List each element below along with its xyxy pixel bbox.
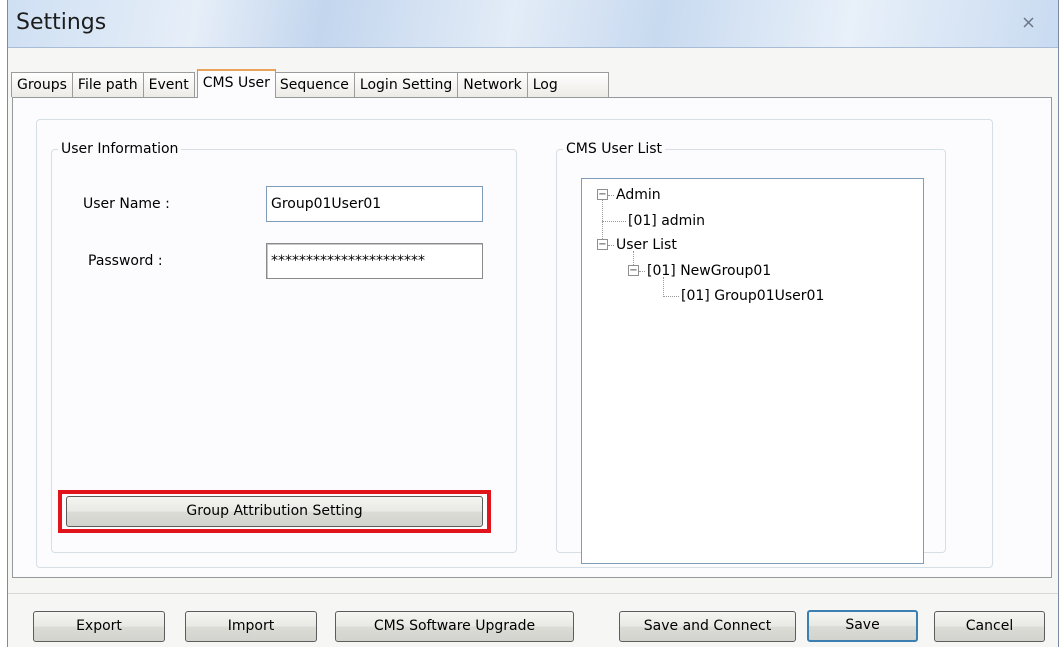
cancel-button[interactable]: Cancel (934, 611, 1045, 642)
tree-connector (608, 195, 614, 196)
collapse-user-list-icon[interactable]: − (597, 239, 608, 250)
tree-connector (639, 271, 645, 272)
title-bar[interactable]: Settings (8, 0, 1058, 48)
user-information-legend: User Information (58, 140, 182, 158)
import-button[interactable]: Import (185, 611, 317, 642)
collapse-admin-icon[interactable]: − (597, 189, 608, 200)
export-button[interactable]: Export (33, 611, 165, 642)
user-name-input[interactable]: Group01User01 (266, 186, 483, 222)
tree-connector (663, 277, 664, 297)
tab-groups[interactable]: Groups (11, 72, 73, 97)
password-label: Password : (88, 253, 163, 269)
tree-connector (663, 296, 679, 297)
cms-user-tab-panel: User Information User Name : Group01User… (12, 97, 1052, 578)
close-button[interactable] (1018, 14, 1040, 32)
user-name-label: User Name : (83, 196, 170, 212)
tree-node-admin-user[interactable]: [01] admin (628, 212, 705, 230)
tab-log[interactable]: Log (527, 72, 609, 97)
window-title: Settings (16, 10, 107, 35)
tree-node-admin[interactable]: Admin (616, 186, 661, 204)
cms-software-upgrade-button[interactable]: CMS Software Upgrade (335, 611, 574, 642)
password-input[interactable]: ********************** (266, 243, 483, 279)
tree-node-user-list[interactable]: User List (616, 236, 677, 254)
bottom-separator (8, 593, 1058, 594)
group-attribution-setting-button[interactable]: Group Attribution Setting (66, 496, 483, 527)
tab-login-setting[interactable]: Login Setting (354, 72, 459, 97)
tree-node-group01user01[interactable]: [01] Group01User01 (681, 287, 824, 305)
cms-user-panel: User Information User Name : Group01User… (36, 119, 993, 568)
tab-network[interactable]: Network (458, 72, 528, 97)
tree-connector (602, 221, 626, 222)
save-and-connect-button[interactable]: Save and Connect (619, 611, 796, 642)
cms-user-list-legend: CMS User List (563, 140, 666, 158)
cms-user-list-group: CMS User List − Admin [01] admin − User … (556, 140, 946, 564)
user-information-group: User Information User Name : Group01User… (51, 140, 517, 553)
collapse-group-icon[interactable]: − (628, 265, 639, 276)
save-button[interactable]: Save (807, 610, 918, 642)
tree-node-newgroup01[interactable]: [01] NewGroup01 (647, 262, 771, 280)
tab-bar: Groups File path Event CMS User Sequence… (11, 69, 609, 98)
tab-sequence[interactable]: Sequence (274, 72, 355, 97)
tab-cms-user[interactable]: CMS User (196, 69, 276, 98)
tab-event[interactable]: Event (143, 72, 195, 97)
close-icon (1023, 17, 1034, 28)
dialog-content: Groups File path Event CMS User Sequence… (8, 48, 1058, 647)
tab-file-path[interactable]: File path (72, 72, 144, 97)
user-tree[interactable]: − Admin [01] admin − User List − [01] Ne… (581, 178, 924, 564)
settings-window: Settings Groups File path Event CMS User… (7, 0, 1059, 647)
tree-connector (608, 245, 614, 246)
